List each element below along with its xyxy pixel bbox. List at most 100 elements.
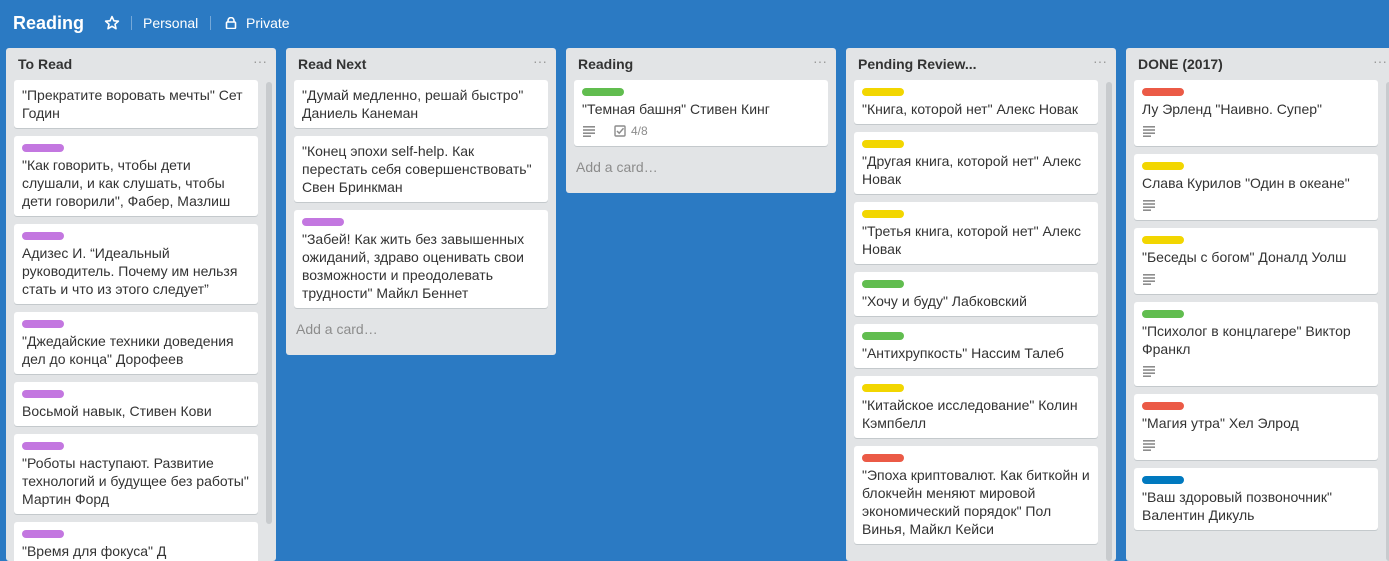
- list-scrollbar[interactable]: [266, 82, 272, 524]
- board-header: Reading Personal Private: [0, 0, 1389, 46]
- visibility-button[interactable]: Private: [246, 15, 290, 32]
- card-badges: [1142, 122, 1370, 140]
- card-title: Лу Эрленд "Наивно. Супер": [1142, 101, 1323, 117]
- card-title: "Эпоха криптовалют. Как биткойн и блокче…: [862, 467, 1090, 537]
- team-button[interactable]: Personal: [143, 15, 198, 32]
- card[interactable]: Лу Эрленд "Наивно. Супер": [1134, 80, 1378, 146]
- list-scrollbar[interactable]: [1106, 82, 1112, 561]
- card[interactable]: "Прекратите воровать мечты" Сет Годин: [14, 80, 258, 128]
- description-icon: [1143, 366, 1155, 377]
- list-menu-icon[interactable]: ···: [1093, 53, 1107, 70]
- card-label: [862, 454, 904, 462]
- card[interactable]: "Конец эпохи self-help. Как перестать се…: [294, 136, 548, 202]
- card[interactable]: Слава Курилов "Один в океане": [1134, 154, 1378, 220]
- list-header: Read Next ···: [286, 48, 556, 80]
- card-label: [862, 332, 904, 340]
- card[interactable]: "Забей! Как жить без завышенных ожиданий…: [294, 210, 548, 308]
- card-title: "Книга, которой нет" Алекс Новак: [862, 101, 1079, 117]
- description-icon: [1143, 126, 1155, 137]
- list-menu-icon[interactable]: ···: [1373, 53, 1387, 70]
- card[interactable]: Восьмой навык, Стивен Кови: [14, 382, 258, 426]
- board-title[interactable]: Reading: [13, 12, 84, 34]
- list-menu-icon[interactable]: ···: [533, 53, 547, 70]
- list-read-next: Read Next ··· "Думай медленно, решай быс…: [286, 48, 556, 355]
- lock-icon: [225, 17, 237, 29]
- card-title: "Как говорить, чтобы дети слушали, и как…: [22, 157, 231, 209]
- card-container: "Книга, которой нет" Алекс Новак "Другая…: [846, 80, 1116, 544]
- list-done-2017: DONE (2017) ··· Лу Эрленд "Наивно. Супер…: [1126, 48, 1389, 561]
- card[interactable]: "Беседы с богом" Доналд Уолш: [1134, 228, 1378, 294]
- list-title[interactable]: To Read: [18, 56, 72, 73]
- card[interactable]: "Темная башня" Стивен Кинг 4/8: [574, 80, 828, 146]
- card[interactable]: "Как говорить, чтобы дети слушали, и как…: [14, 136, 258, 216]
- description-icon: [1143, 200, 1155, 211]
- card[interactable]: "Книга, которой нет" Алекс Новак: [854, 80, 1098, 124]
- card-container: "Прекратите воровать мечты" Сет Годин "К…: [6, 80, 276, 561]
- card-label: [862, 210, 904, 218]
- add-card-button[interactable]: Add a card…: [294, 316, 548, 346]
- card-label: [862, 384, 904, 392]
- list-reading: Reading ··· "Темная башня" Стивен Кинг 4…: [566, 48, 836, 193]
- list-header: To Read ···: [6, 48, 276, 80]
- card-label: [1142, 236, 1184, 244]
- card-label: [22, 320, 64, 328]
- list-title[interactable]: DONE (2017): [1138, 56, 1223, 73]
- card-badges: 4/8: [582, 122, 820, 140]
- card[interactable]: "Третья книга, которой нет" Алекс Новак: [854, 202, 1098, 264]
- card-badges: [1142, 362, 1370, 380]
- card-label: [22, 144, 64, 152]
- card[interactable]: "Антихрупкость" Нассим Талеб: [854, 324, 1098, 368]
- card-label: [22, 390, 64, 398]
- add-card-button[interactable]: Add a card…: [574, 154, 828, 184]
- card-label: [1142, 310, 1184, 318]
- card-title: "Думай медленно, решай быстро" Даниель К…: [302, 87, 524, 121]
- checklist-icon: [614, 125, 626, 137]
- card-label: [22, 530, 64, 538]
- checklist-count: 4/8: [631, 124, 648, 138]
- card-label: [582, 88, 624, 96]
- list-pending-review: Pending Review... ··· "Книга, которой не…: [846, 48, 1116, 561]
- card-title: "Время для фокуса" Д: [22, 543, 167, 559]
- card[interactable]: "Роботы наступают. Развитие технологий и…: [14, 434, 258, 514]
- card-title: "Другая книга, которой нет" Алекс Новак: [862, 153, 1082, 187]
- card-title: "Ваш здоровый позвоночник" Валентин Дику…: [1142, 489, 1332, 523]
- list-title[interactable]: Pending Review...: [858, 56, 977, 73]
- star-icon[interactable]: [104, 15, 120, 31]
- list-to-read: To Read ··· "Прекратите воровать мечты" …: [6, 48, 276, 561]
- card[interactable]: "Хочу и буду" Лабковский: [854, 272, 1098, 316]
- card-title: "Магия утра" Хел Элрод: [1142, 415, 1299, 431]
- card[interactable]: "Магия утра" Хел Элрод: [1134, 394, 1378, 460]
- card-title: Адизес И. “Идеальный руководитель. Почем…: [22, 245, 238, 297]
- card[interactable]: Адизес И. “Идеальный руководитель. Почем…: [14, 224, 258, 304]
- card-title: Слава Курилов "Один в океане": [1142, 175, 1350, 191]
- list-title[interactable]: Read Next: [298, 56, 366, 73]
- card[interactable]: "Думай медленно, решай быстро" Даниель К…: [294, 80, 548, 128]
- card-title: "Беседы с богом" Доналд Уолш: [1142, 249, 1347, 265]
- card[interactable]: "Психолог в концлагере" Виктор Франкл: [1134, 302, 1378, 386]
- card-label: [22, 442, 64, 450]
- card[interactable]: "Китайское исследование" Колин Кэмпбелл: [854, 376, 1098, 438]
- card-title: "Психолог в концлагере" Виктор Франкл: [1142, 323, 1351, 357]
- list-header: Reading ···: [566, 48, 836, 80]
- card-label: [1142, 402, 1184, 410]
- list-header: Pending Review... ···: [846, 48, 1116, 80]
- header-divider: [131, 16, 132, 30]
- card-container: Лу Эрленд "Наивно. Супер" Слава Курилов …: [1126, 80, 1389, 530]
- card-title: "Роботы наступают. Развитие технологий и…: [22, 455, 249, 507]
- list-menu-icon[interactable]: ···: [253, 53, 267, 70]
- card-title: "Антихрупкость" Нассим Талеб: [862, 345, 1064, 361]
- card-badges: [1142, 196, 1370, 214]
- header-divider: [210, 16, 211, 30]
- card[interactable]: "Другая книга, которой нет" Алекс Новак: [854, 132, 1098, 194]
- list-menu-icon[interactable]: ···: [813, 53, 827, 70]
- list-title[interactable]: Reading: [578, 56, 633, 73]
- card-title: Восьмой навык, Стивен Кови: [22, 403, 212, 419]
- card-title: "Хочу и буду" Лабковский: [862, 293, 1027, 309]
- card[interactable]: "Ваш здоровый позвоночник" Валентин Дику…: [1134, 468, 1378, 530]
- card-title: "Забей! Как жить без завышенных ожиданий…: [302, 231, 525, 301]
- card[interactable]: "Время для фокуса" Д: [14, 522, 258, 561]
- card-label: [302, 218, 344, 226]
- card[interactable]: "Джедайские техники доведения дел до кон…: [14, 312, 258, 374]
- card[interactable]: "Эпоха криптовалют. Как биткойн и блокче…: [854, 446, 1098, 544]
- description-icon: [583, 126, 595, 137]
